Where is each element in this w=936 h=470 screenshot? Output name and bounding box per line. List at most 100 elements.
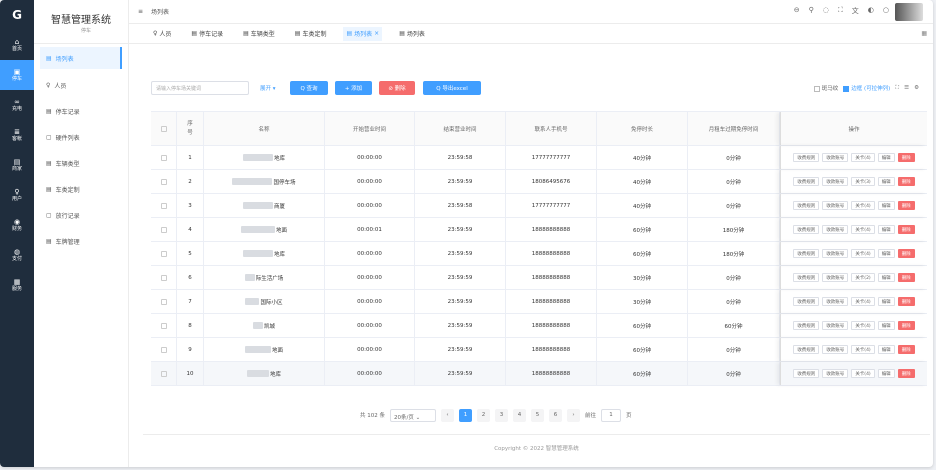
- gates-button[interactable]: 关卡(4): [851, 153, 875, 162]
- zebra-option[interactable]: 斑马纹: [813, 84, 838, 92]
- charge-rule-button[interactable]: 收费规则: [793, 201, 820, 210]
- payee-account-button[interactable]: 收款账号: [822, 153, 849, 162]
- payee-account-button[interactable]: 收款账号: [822, 321, 849, 330]
- page-6[interactable]: 6: [549, 408, 562, 422]
- sidebar-item-3[interactable]: ▢ 硬件列表: [34, 124, 128, 150]
- rail-item-3[interactable]: ≣ 客帐: [0, 120, 34, 150]
- next-page-icon[interactable]: ›: [567, 408, 580, 422]
- gates-button[interactable]: 关卡(4): [851, 321, 875, 330]
- table-row[interactable]: 10 地库 00:00:00 23:59:59 18888888888 60分钟 0分钟 收费…: [151, 362, 927, 386]
- gates-button[interactable]: 关卡(4): [851, 249, 875, 258]
- tab-5[interactable]: ▤ 场列表: [396, 27, 428, 41]
- payee-account-button[interactable]: 收款账号: [822, 225, 849, 234]
- edit-button[interactable]: 编辑: [877, 369, 895, 378]
- delete-button[interactable]: ⊘ 删除: [379, 81, 415, 95]
- theme-icon[interactable]: ◐: [868, 6, 874, 16]
- add-button[interactable]: + 添加: [335, 81, 372, 95]
- charge-rule-button[interactable]: 收费规则: [793, 153, 820, 162]
- sidebar-item-5[interactable]: ▤ 车类定制: [34, 176, 128, 202]
- sidebar-item-4[interactable]: ▤ 车辆类型: [34, 150, 128, 176]
- grid-icon[interactable]: ▦: [921, 30, 927, 37]
- charge-rule-button[interactable]: 收费规则: [793, 273, 820, 282]
- row-checkbox[interactable]: [160, 250, 167, 257]
- payee-account-button[interactable]: 收款账号: [822, 273, 849, 282]
- page-4[interactable]: 4: [513, 408, 526, 422]
- charge-rule-button[interactable]: 收费规则: [793, 321, 820, 330]
- table-row[interactable]: 6 际生活广场 00:00:00 23:59:59 18888888888 30分钟 0分钟…: [151, 266, 927, 290]
- row-checkbox[interactable]: [160, 346, 167, 353]
- prev-page-icon[interactable]: ‹: [441, 408, 454, 422]
- rail-item-7[interactable]: ◍ 支付: [0, 240, 34, 270]
- charge-rule-button[interactable]: 收费规则: [793, 225, 820, 234]
- gates-button[interactable]: 关卡(4): [851, 225, 875, 234]
- row-checkbox[interactable]: [160, 154, 167, 161]
- payee-account-button[interactable]: 收款账号: [822, 369, 849, 378]
- sidebar-item-6[interactable]: ▢ 放行记录: [34, 202, 128, 228]
- border-option[interactable]: 边框 (可拉伸列): [843, 84, 890, 92]
- payee-account-button[interactable]: 收款账号: [822, 249, 849, 258]
- table-row[interactable]: 7 国际小区 00:00:00 23:59:59 18888888888 30分钟 0分钟 收…: [151, 290, 927, 314]
- rail-item-5[interactable]: ♀ 用户: [0, 180, 34, 210]
- page-size-select[interactable]: 20条/页 ⌄: [390, 408, 436, 422]
- settings-gear-icon[interactable]: ⚙: [914, 85, 919, 91]
- payee-account-button[interactable]: 收款账号: [822, 345, 849, 354]
- delete-row-button[interactable]: 删除: [897, 369, 915, 378]
- delete-row-button[interactable]: 删除: [897, 225, 915, 234]
- export-excel-button[interactable]: Q 导出excel: [423, 81, 481, 95]
- gates-button[interactable]: 关卡(4): [851, 297, 875, 306]
- edit-button[interactable]: 编辑: [877, 225, 895, 234]
- charge-rule-button[interactable]: 收费规则: [793, 297, 820, 306]
- table-row[interactable]: 2 国停车场 00:00:00 23:59:59 18086495676 40分钟 0分钟 收…: [151, 170, 927, 194]
- row-checkbox[interactable]: [160, 298, 167, 305]
- tab-3[interactable]: ▤ 车类定制: [292, 27, 330, 41]
- select-all-checkbox[interactable]: [160, 125, 167, 132]
- edit-button[interactable]: 编辑: [877, 201, 895, 210]
- expand-link[interactable]: 展开 ▾: [260, 84, 276, 92]
- page-2[interactable]: 2: [477, 408, 490, 422]
- delete-row-button[interactable]: 删除: [897, 153, 915, 162]
- row-checkbox[interactable]: [160, 274, 167, 281]
- charge-rule-button[interactable]: 收费规则: [793, 345, 820, 354]
- tab-4[interactable]: ▤ 场列表 ×: [343, 26, 383, 41]
- github-icon[interactable]: ○: [883, 6, 889, 16]
- row-checkbox[interactable]: [160, 202, 167, 209]
- gates-button[interactable]: 关卡(4): [851, 345, 875, 354]
- rail-item-8[interactable]: ▦ 服务: [0, 270, 34, 300]
- gates-button[interactable]: 关卡(4): [851, 201, 875, 210]
- payee-account-button[interactable]: 收款账号: [822, 177, 849, 186]
- rail-item-1[interactable]: ▣ 停车: [0, 60, 34, 90]
- goto-input[interactable]: 1: [601, 408, 622, 422]
- translate-icon[interactable]: 文: [852, 6, 859, 16]
- search-icon[interactable]: ⚲: [809, 6, 814, 16]
- tab-2[interactable]: ▤ 车辆类型: [240, 27, 278, 41]
- fullscreen-icon[interactable]: ⛶: [838, 6, 843, 16]
- lock-icon[interactable]: ⊖: [794, 6, 800, 16]
- sidebar-item-2[interactable]: ▤ 停车记录: [34, 98, 128, 124]
- table-row[interactable]: 5 地库 00:00:00 23:59:59 18888888888 60分钟 180分钟 收…: [151, 242, 927, 266]
- page-1[interactable]: 1: [459, 408, 472, 422]
- gates-button[interactable]: 关卡(2): [851, 273, 875, 282]
- row-checkbox[interactable]: [160, 370, 167, 377]
- edit-button[interactable]: 编辑: [877, 345, 895, 354]
- payee-account-button[interactable]: 收款账号: [822, 201, 849, 210]
- rail-item-0[interactable]: ⌂ 首页: [0, 30, 34, 60]
- border-checkbox[interactable]: [843, 85, 850, 92]
- payee-account-button[interactable]: 收款账号: [822, 297, 849, 306]
- rail-item-6[interactable]: ◉ 财务: [0, 210, 34, 240]
- delete-row-button[interactable]: 删除: [897, 273, 915, 282]
- edit-button[interactable]: 编辑: [877, 153, 895, 162]
- rail-item-2[interactable]: ∞ 充电: [0, 90, 34, 120]
- table-row[interactable]: 9 地面 00:00:00 23:59:59 18888888888 60分钟 0分钟 收费规…: [151, 338, 927, 362]
- row-checkbox[interactable]: [160, 226, 167, 233]
- charge-rule-button[interactable]: 收费规则: [793, 249, 820, 258]
- delete-row-button[interactable]: 删除: [897, 297, 915, 306]
- delete-row-button[interactable]: 删除: [897, 201, 915, 210]
- edit-button[interactable]: 编辑: [877, 249, 895, 258]
- delete-row-button[interactable]: 删除: [897, 321, 915, 330]
- search-input[interactable]: 请输入停车场关键词: [151, 81, 249, 95]
- table-row[interactable]: 4 地面 00:00:01 23:59:59 18888888888 60分钟 180分钟 收…: [151, 218, 927, 242]
- page-5[interactable]: 5: [531, 408, 544, 422]
- bell-icon[interactable]: ◌: [823, 6, 829, 16]
- gates-button[interactable]: 关卡(4): [851, 369, 875, 378]
- close-icon[interactable]: ×: [374, 30, 379, 37]
